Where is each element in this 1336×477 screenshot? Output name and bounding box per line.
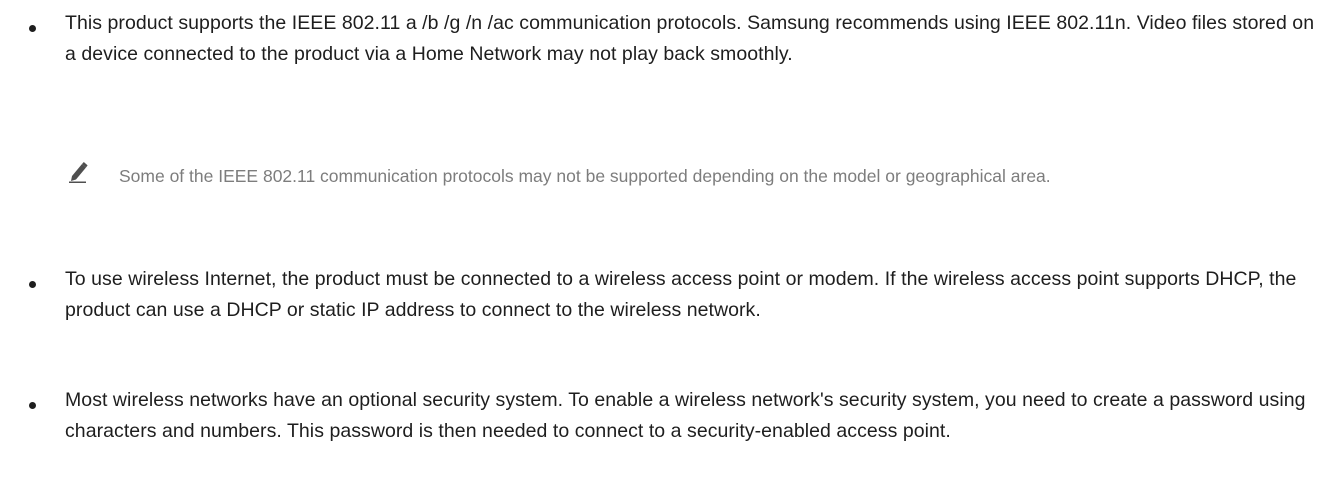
bullet-icon (29, 281, 36, 288)
note-text: Some of the IEEE 802.11 communication pr… (119, 166, 1051, 186)
list-item-text: This product supports the IEEE 802.11 a … (65, 12, 1315, 65)
list-item-text: To use wireless Internet, the product mu… (65, 268, 1297, 321)
bullet-icon (29, 25, 36, 32)
pencil-note-icon (68, 161, 88, 183)
document-page: This product supports the IEEE 802.11 a … (0, 0, 1336, 477)
list-item-text: Most wireless networks have an optional … (65, 389, 1306, 442)
bullet-icon (29, 402, 36, 409)
